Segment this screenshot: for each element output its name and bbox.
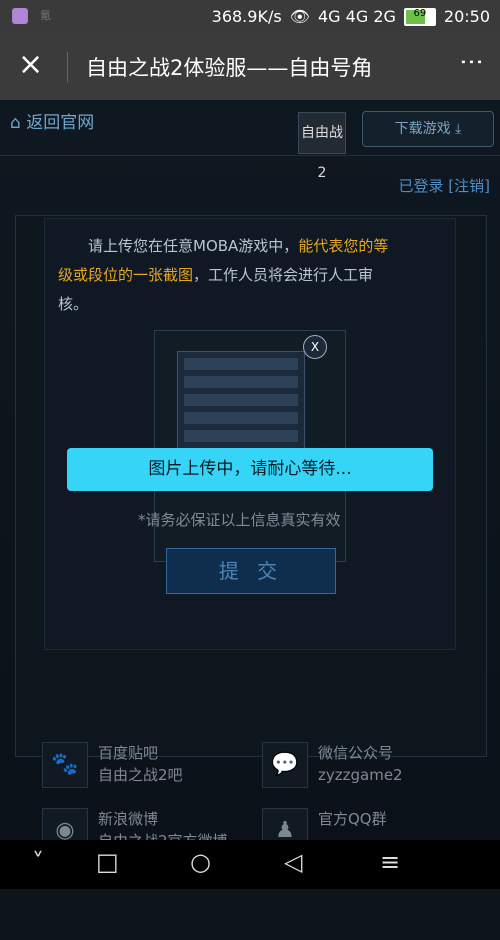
desc-text-1: 请上传您在任意MOBA游戏中， [88, 237, 299, 255]
baidu-sub: 自由之战2吧 [98, 766, 183, 784]
time: 20:50 [443, 7, 490, 26]
baidu-title: 百度贴吧 [98, 744, 159, 762]
home-link-label: 返回官网 [26, 113, 95, 133]
title-bar: × 自由之战2体验服——自由号角 ⋮ [0, 34, 500, 100]
baidu-link[interactable]: 🐾 百度贴吧自由之战2吧 [42, 742, 183, 788]
menu-button[interactable]: ≡ [380, 848, 400, 876]
notification-text: 氪 [40, 9, 51, 22]
status-bar: 氪 368.9K/s 👁 4G 4G 2G 69 20:50 [0, 0, 500, 34]
recent-apps-button[interactable]: □ [96, 848, 119, 876]
baidu-icon: 🐾 [42, 742, 88, 788]
chevron-down-icon[interactable]: ˅ [32, 848, 44, 876]
back-button[interactable]: ◁ [284, 848, 302, 876]
submit-button[interactable]: 提 交 [166, 548, 336, 594]
remove-image-button[interactable]: X [303, 335, 327, 359]
info-notice: *请务必保证以上信息真实有效 [138, 511, 341, 529]
game-logo: 自由战2 [298, 112, 346, 181]
weibo-title: 新浪微博 [98, 810, 159, 828]
download-button[interactable]: 下载游戏 ⤓ [362, 111, 494, 147]
download-label: 下载游戏 [394, 121, 451, 137]
wechat-sub: zyzzgame2 [318, 766, 403, 784]
upload-description: 请上传您在任意MOBA游戏中，能代表您的等级或段位的一张截图，工作人员将会进行人… [58, 232, 398, 319]
page-title: 自由之战2体验服——自由号角 [86, 56, 373, 80]
wechat-link[interactable]: 💬 微信公众号 zyzzgame2 [262, 742, 403, 788]
app-notification-icon [12, 8, 28, 24]
home-icon: ⌂ [10, 113, 21, 133]
login-status[interactable]: 已登录 [注销] [399, 175, 490, 196]
home-link[interactable]: ⌂ 返回官网 [10, 108, 94, 133]
eye-icon: 👁 [289, 7, 310, 26]
more-options-button[interactable]: ⋮ [458, 50, 486, 74]
top-nav: ⌂ 返回官网 自由战2 下载游戏 ⤓ [0, 100, 500, 181]
qq-title: 官方QQ群 [318, 810, 387, 828]
wechat-icon: 💬 [262, 742, 308, 788]
download-icon: ⤓ [455, 121, 462, 137]
network-speed: 368.9K/s [211, 7, 282, 26]
upload-toast: 图片上传中，请耐心等待... [67, 448, 433, 491]
signal-text: 4G 4G 2G [317, 7, 396, 26]
android-nav-bar: ˅ □ ○ ◁ ≡ [0, 840, 500, 889]
battery-icon: 69 [403, 7, 436, 26]
title-divider [67, 52, 68, 82]
wechat-title: 微信公众号 [318, 744, 394, 762]
close-button[interactable]: × [18, 50, 43, 80]
home-button[interactable]: ○ [190, 848, 211, 876]
